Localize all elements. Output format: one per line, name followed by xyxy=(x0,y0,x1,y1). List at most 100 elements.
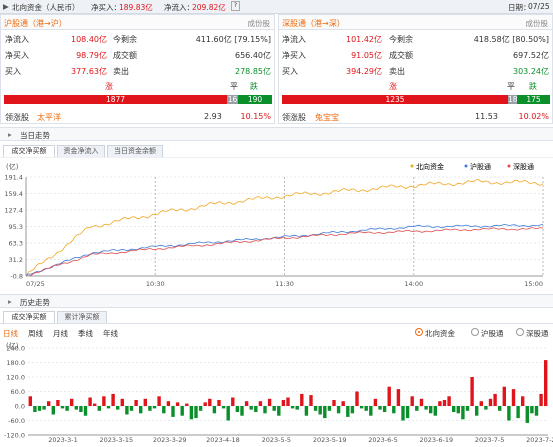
history-bar[interactable] xyxy=(189,406,194,420)
sh-constituents-link[interactable]: 成份股 xyxy=(248,18,271,29)
tab-hist-cumulative[interactable]: 累计净买额 xyxy=(57,311,107,323)
history-bar[interactable] xyxy=(97,406,101,411)
history-bar[interactable] xyxy=(143,398,147,407)
history-bar[interactable] xyxy=(452,406,456,412)
history-bar[interactable] xyxy=(33,406,37,412)
history-bar[interactable] xyxy=(116,406,120,410)
history-bar[interactable] xyxy=(364,406,368,411)
history-bar[interactable] xyxy=(502,386,506,406)
history-bar[interactable] xyxy=(281,400,286,406)
history-bar[interactable] xyxy=(56,400,60,406)
history-bar[interactable] xyxy=(277,406,281,416)
history-bar[interactable] xyxy=(83,406,88,416)
history-bar[interactable] xyxy=(152,406,157,409)
sz-title[interactable]: 深股通（港→深） xyxy=(282,18,345,29)
history-bar[interactable] xyxy=(157,396,161,406)
history-bar[interactable] xyxy=(70,398,74,407)
sh-title[interactable]: 沪股通（港→沪） xyxy=(4,18,67,29)
tab-net-inflow[interactable]: 资金净流入 xyxy=(57,145,105,157)
history-bar[interactable] xyxy=(313,406,318,411)
history-bar[interactable] xyxy=(263,406,267,414)
history-bar[interactable] xyxy=(327,406,332,411)
history-bar[interactable] xyxy=(79,406,83,412)
history-bar[interactable] xyxy=(424,406,428,410)
history-bar[interactable] xyxy=(134,400,138,406)
collapse-arrow-icon[interactable]: ▸ xyxy=(8,130,12,139)
history-bar[interactable] xyxy=(267,398,272,407)
history-bar[interactable] xyxy=(498,406,502,411)
history-bar[interactable] xyxy=(470,377,474,406)
sz-lead-stock[interactable]: 兔宝宝 xyxy=(315,112,339,123)
history-bar[interactable] xyxy=(350,406,355,414)
history-bar[interactable] xyxy=(346,406,350,417)
tab-net-buy[interactable]: 成交净买额 xyxy=(3,145,55,157)
history-bar[interactable] xyxy=(304,406,309,416)
history-bar[interactable] xyxy=(410,396,414,406)
history-bar[interactable] xyxy=(332,400,336,406)
history-bar[interactable] xyxy=(194,406,198,419)
history-bar[interactable] xyxy=(166,401,171,406)
help-icon[interactable]: ? xyxy=(231,1,240,11)
history-bar[interactable] xyxy=(405,406,410,419)
history-bar[interactable] xyxy=(475,406,479,416)
history-bar[interactable] xyxy=(244,401,249,406)
tab-balance[interactable]: 当日资金余额 xyxy=(107,145,163,157)
history-bar[interactable] xyxy=(148,406,152,411)
history-bar[interactable] xyxy=(534,406,539,416)
history-bar[interactable] xyxy=(438,401,442,406)
history-bar[interactable] xyxy=(254,406,258,412)
history-bar[interactable] xyxy=(139,406,143,414)
history-bar[interactable] xyxy=(175,402,180,406)
history-bar[interactable] xyxy=(396,389,401,406)
history-bar[interactable] xyxy=(433,406,437,416)
history-bar[interactable] xyxy=(111,393,115,406)
collapse-arrow-icon[interactable]: ▶ xyxy=(3,2,9,11)
history-bar[interactable] xyxy=(359,406,364,409)
history-bar[interactable] xyxy=(88,397,92,407)
history-bar[interactable] xyxy=(120,398,124,407)
history-bar[interactable] xyxy=(382,406,387,412)
history-bar[interactable] xyxy=(378,406,382,410)
history-bar[interactable] xyxy=(37,406,42,411)
history-bar[interactable] xyxy=(171,406,175,417)
history-bar[interactable] xyxy=(272,406,276,411)
history-bar[interactable] xyxy=(65,406,69,411)
history-bar[interactable] xyxy=(493,393,497,406)
history-bar[interactable] xyxy=(419,398,424,407)
history-bar[interactable] xyxy=(208,398,212,407)
history-bar[interactable] xyxy=(102,396,106,406)
history-bar[interactable] xyxy=(290,406,295,409)
history-bar[interactable] xyxy=(442,400,447,406)
history-bar[interactable] xyxy=(465,406,470,411)
history-bar[interactable] xyxy=(258,401,263,406)
history-bar[interactable] xyxy=(221,406,226,409)
history-bar[interactable] xyxy=(525,406,529,423)
history-bar[interactable] xyxy=(369,406,373,416)
history-bar[interactable] xyxy=(336,406,341,414)
history-bar[interactable] xyxy=(401,406,405,421)
history-bar[interactable] xyxy=(226,406,230,421)
history-bar[interactable] xyxy=(300,393,304,406)
history-bar[interactable] xyxy=(106,406,111,409)
history-bar[interactable] xyxy=(286,397,290,407)
history-bar[interactable] xyxy=(484,406,488,410)
history-bar[interactable] xyxy=(125,406,129,415)
sz-constituents-link[interactable]: 成份股 xyxy=(526,18,549,29)
history-bar[interactable] xyxy=(318,406,322,415)
history-bar[interactable] xyxy=(180,406,184,416)
history-bar[interactable] xyxy=(198,406,203,411)
tab-hist-net-buy[interactable]: 成交净买额 xyxy=(3,311,55,323)
history-bar[interactable] xyxy=(530,406,534,414)
history-bar[interactable] xyxy=(235,406,240,412)
history-bar[interactable] xyxy=(28,396,32,406)
history-bar[interactable] xyxy=(544,360,548,406)
history-bar[interactable] xyxy=(162,406,166,414)
history-bar[interactable] xyxy=(341,401,345,406)
radio-sz-icon[interactable] xyxy=(516,328,524,336)
history-bar[interactable] xyxy=(42,406,46,410)
sh-lead-stock[interactable]: 太平洋 xyxy=(37,112,61,123)
history-bar[interactable] xyxy=(488,398,493,407)
history-bar[interactable] xyxy=(479,401,483,406)
history-bar[interactable] xyxy=(212,406,217,414)
history-bar[interactable] xyxy=(240,406,244,416)
